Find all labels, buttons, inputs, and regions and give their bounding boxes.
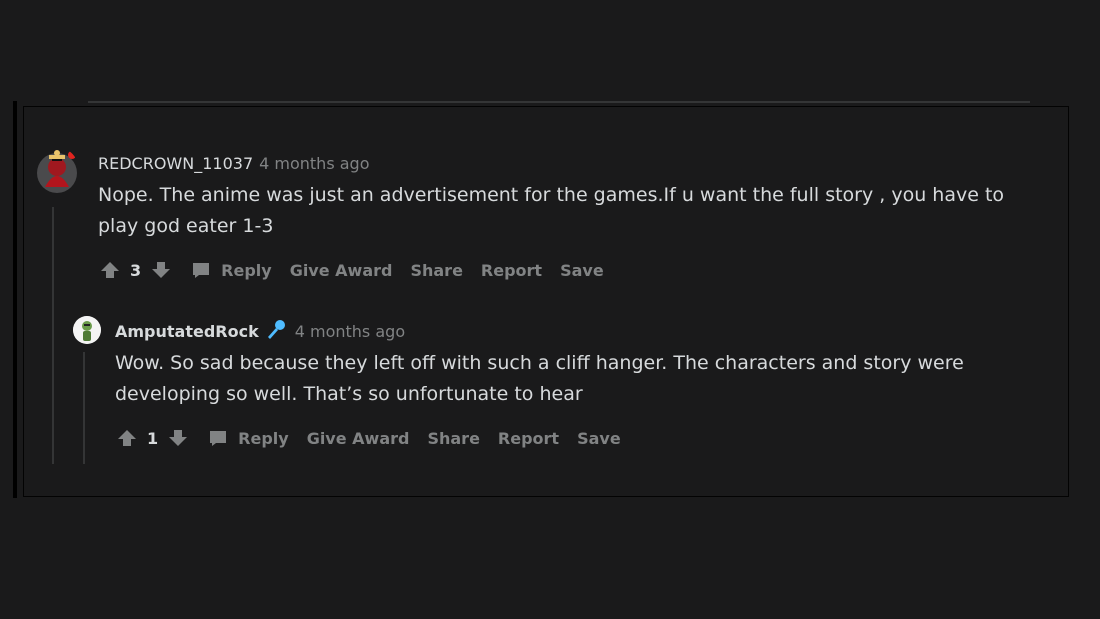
vote-count: 1	[147, 428, 159, 448]
report-button[interactable]: Report	[481, 261, 542, 280]
downvote-icon[interactable]	[168, 428, 188, 448]
comment-author[interactable]: REDCROWN_11037	[98, 154, 253, 173]
avatar[interactable]	[73, 316, 101, 344]
reply-button[interactable]: Reply	[208, 428, 289, 448]
reply-label: Reply	[238, 428, 289, 448]
avatar-image	[73, 316, 101, 344]
give-award-button[interactable]: Give Award	[290, 261, 393, 280]
share-button[interactable]: Share	[427, 429, 479, 448]
comment-actions: 3 Reply Give Award Share Report Save	[100, 258, 622, 282]
thread-line-reply[interactable]	[83, 352, 85, 464]
save-button[interactable]: Save	[577, 429, 621, 448]
save-button[interactable]: Save	[560, 261, 604, 280]
comment-author[interactable]: AmputatedRock	[115, 322, 259, 341]
comment-icon	[208, 428, 228, 448]
comment-icon	[191, 260, 211, 280]
report-button[interactable]: Report	[498, 429, 559, 448]
comment-timestamp[interactable]: 4 months ago	[259, 154, 369, 173]
avatar-image	[37, 150, 77, 193]
thread-line-top[interactable]	[52, 207, 54, 464]
give-award-button[interactable]: Give Award	[307, 429, 410, 448]
divider	[88, 101, 1030, 103]
reply-button[interactable]: Reply	[191, 260, 272, 280]
upvote-icon[interactable]	[117, 428, 137, 448]
reply-label: Reply	[221, 260, 272, 280]
comment-actions: 1 Reply Give Award Share Report Save	[117, 426, 639, 450]
downvote-icon[interactable]	[151, 260, 171, 280]
comment-body: Nope. The anime was just an advertisemen…	[98, 184, 1005, 237]
comment-body: Wow. So sad because they left off with s…	[115, 352, 964, 405]
share-button[interactable]: Share	[410, 261, 462, 280]
microphone-flair-icon	[265, 318, 287, 344]
thread-collapse-bar[interactable]	[13, 101, 17, 498]
avatar[interactable]	[35, 147, 79, 195]
vote-count: 3	[130, 260, 142, 280]
upvote-icon[interactable]	[100, 260, 120, 280]
comment-timestamp[interactable]: 4 months ago	[295, 322, 405, 341]
